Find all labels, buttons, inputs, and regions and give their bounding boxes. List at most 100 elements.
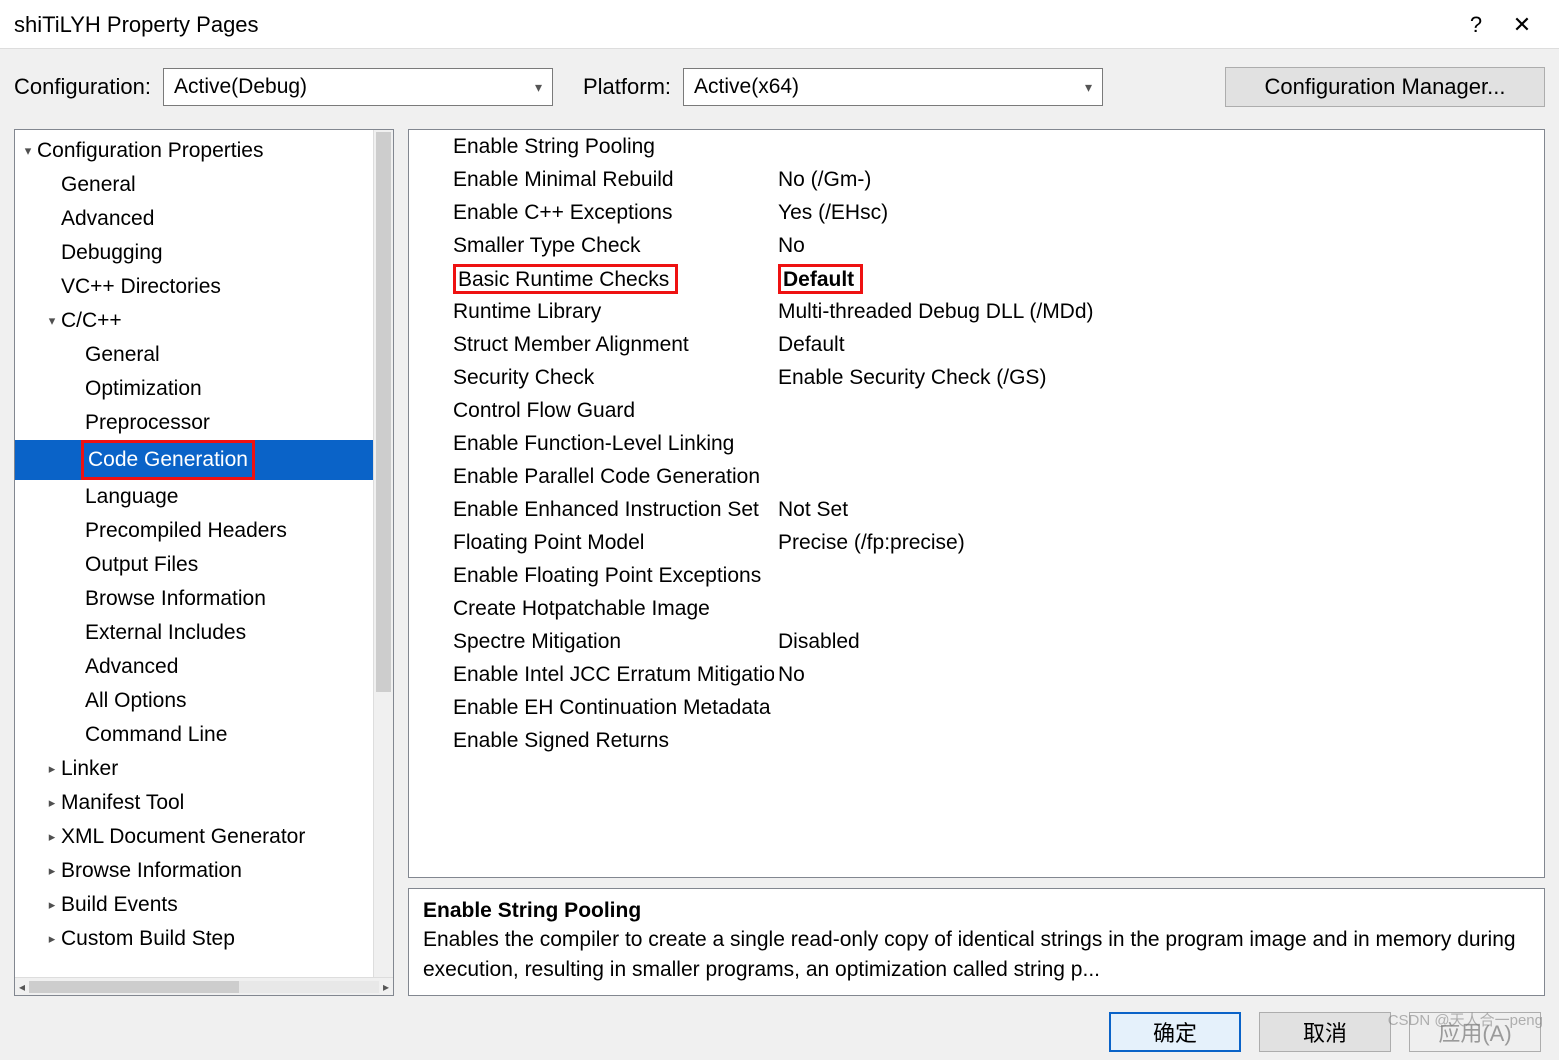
tree-item[interactable]: External Includes <box>15 616 393 650</box>
property-name: Smaller Type Check <box>409 234 774 258</box>
property-value[interactable]: Yes (/EHsc) <box>774 201 1544 225</box>
property-value[interactable]: Default <box>774 264 1544 294</box>
property-value[interactable]: Disabled <box>774 630 1544 654</box>
tree-item-label: Linker <box>61 752 118 786</box>
tree-item[interactable]: Browse Information <box>15 582 393 616</box>
tree-item-label: Code Generation <box>81 440 255 480</box>
expander-icon[interactable]: ▸ <box>43 854 61 888</box>
property-row[interactable]: Enable Minimal RebuildNo (/Gm-) <box>409 163 1544 196</box>
property-value[interactable]: Multi-threaded Debug DLL (/MDd) <box>774 300 1544 324</box>
property-value[interactable]: Enable Security Check (/GS) <box>774 366 1544 390</box>
tree-item[interactable]: Advanced <box>15 202 393 236</box>
property-name: Spectre Mitigation <box>409 630 774 654</box>
tree-item[interactable]: All Options <box>15 684 393 718</box>
property-value[interactable]: No <box>774 663 1544 687</box>
tree-horizontal-scrollbar[interactable]: ◂ ▸ <box>15 977 393 995</box>
property-row[interactable]: Enable Floating Point Exceptions <box>409 559 1544 592</box>
property-row[interactable]: Enable Enhanced Instruction SetNot Set <box>409 493 1544 526</box>
tree-item[interactable]: ▸Linker <box>15 752 393 786</box>
property-row[interactable]: Enable Signed Returns <box>409 724 1544 757</box>
property-name: Enable String Pooling <box>409 135 774 159</box>
property-row[interactable]: Struct Member AlignmentDefault <box>409 328 1544 361</box>
property-grid[interactable]: Enable String Pooling Enable Minimal Rebu… <box>408 129 1545 878</box>
tree-item-label: External Includes <box>85 616 246 650</box>
property-value[interactable]: Default <box>774 333 1544 357</box>
property-value[interactable]: No (/Gm-) <box>774 168 1544 192</box>
property-row[interactable]: Enable C++ ExceptionsYes (/EHsc) <box>409 196 1544 229</box>
ok-button[interactable]: 确定 <box>1109 1012 1241 1052</box>
tree-vertical-scrollbar[interactable] <box>373 130 393 977</box>
apply-button[interactable]: 应用(A) <box>1409 1012 1541 1052</box>
property-row[interactable]: Spectre MitigationDisabled <box>409 625 1544 658</box>
tree-item[interactable]: ▸XML Document Generator <box>15 820 393 854</box>
property-row[interactable]: Enable Function-Level Linking <box>409 427 1544 460</box>
tree-item-label: VC++ Directories <box>61 270 221 304</box>
tree-item-label: Build Events <box>61 888 178 922</box>
tree-item-label: Configuration Properties <box>37 134 263 168</box>
property-row[interactable]: Enable Parallel Code Generation <box>409 460 1544 493</box>
cancel-button[interactable]: 取消 <box>1259 1012 1391 1052</box>
property-row[interactable]: Create Hotpatchable Image <box>409 592 1544 625</box>
expander-icon[interactable]: ▸ <box>43 752 61 786</box>
platform-combo[interactable]: Active(x64) ▾ <box>683 68 1103 106</box>
help-button[interactable]: ? <box>1453 12 1499 38</box>
property-row[interactable]: Control Flow Guard <box>409 394 1544 427</box>
tree-item[interactable]: ▸Build Events <box>15 888 393 922</box>
expander-icon[interactable]: ▸ <box>43 786 61 820</box>
tree-item[interactable]: General <box>15 168 393 202</box>
tree-item[interactable]: VC++ Directories <box>15 270 393 304</box>
tree-item[interactable]: ▸Manifest Tool <box>15 786 393 820</box>
expander-icon[interactable]: ▾ <box>19 134 37 168</box>
configuration-manager-button[interactable]: Configuration Manager... <box>1225 67 1545 107</box>
tree-item[interactable]: Advanced <box>15 650 393 684</box>
scroll-left-icon[interactable]: ◂ <box>19 980 25 994</box>
property-name: Enable Intel JCC Erratum Mitigation <box>409 663 774 687</box>
dialog-footer: 确定 取消 应用(A) <box>0 1002 1559 1060</box>
configuration-value: Active(Debug) <box>174 75 307 99</box>
property-row[interactable]: Floating Point ModelPrecise (/fp:precise… <box>409 526 1544 559</box>
tree-item[interactable]: Optimization <box>15 372 393 406</box>
tree-item-label: Debugging <box>61 236 163 270</box>
expander-icon[interactable]: ▸ <box>43 922 61 956</box>
tree-item[interactable]: Precompiled Headers <box>15 514 393 548</box>
property-tree[interactable]: ▾Configuration PropertiesGeneralAdvanced… <box>15 130 393 977</box>
tree-item[interactable]: General <box>15 338 393 372</box>
property-row[interactable]: Enable Intel JCC Erratum MitigationNo <box>409 658 1544 691</box>
property-value[interactable]: Precise (/fp:precise) <box>774 531 1544 555</box>
description-body: Enables the compiler to create a single … <box>423 925 1530 985</box>
property-row[interactable]: Runtime LibraryMulti-threaded Debug DLL … <box>409 295 1544 328</box>
property-row[interactable]: Smaller Type CheckNo <box>409 229 1544 262</box>
tree-item[interactable]: ▾C/C++ <box>15 304 393 338</box>
tree-item[interactable]: ▾Configuration Properties <box>15 134 393 168</box>
tree-item[interactable]: Code Generation <box>15 440 393 480</box>
property-row[interactable]: Security CheckEnable Security Check (/GS… <box>409 361 1544 394</box>
tree-item[interactable]: ▸Custom Build Step <box>15 922 393 956</box>
tree-item[interactable]: Command Line <box>15 718 393 752</box>
property-value[interactable]: Not Set <box>774 498 1544 522</box>
expander-icon[interactable]: ▸ <box>43 888 61 922</box>
configuration-combo[interactable]: Active(Debug) ▾ <box>163 68 553 106</box>
tree-item-label: Custom Build Step <box>61 922 235 956</box>
property-row[interactable]: Enable EH Continuation Metadata <box>409 691 1544 724</box>
window-title: shiTiLYH Property Pages <box>14 12 1453 38</box>
tree-item-label: Browse Information <box>61 854 242 888</box>
property-row[interactable]: Basic Runtime ChecksDefault <box>409 262 1544 295</box>
close-button[interactable]: ✕ <box>1499 12 1545 38</box>
tree-item[interactable]: Language <box>15 480 393 514</box>
property-value[interactable]: No <box>774 234 1544 258</box>
property-name: Security Check <box>409 366 774 390</box>
expander-icon[interactable]: ▸ <box>43 820 61 854</box>
tree-item[interactable]: Output Files <box>15 548 393 582</box>
property-name: Enable C++ Exceptions <box>409 201 774 225</box>
tree-panel: ▾Configuration PropertiesGeneralAdvanced… <box>14 129 394 996</box>
tree-item-label: Advanced <box>85 650 178 684</box>
tree-item[interactable]: ▸Browse Information <box>15 854 393 888</box>
property-row[interactable]: Enable String Pooling <box>409 130 1544 163</box>
tree-item[interactable]: Debugging <box>15 236 393 270</box>
expander-icon[interactable]: ▾ <box>43 304 61 338</box>
tree-item[interactable]: Preprocessor <box>15 406 393 440</box>
scroll-right-icon[interactable]: ▸ <box>383 980 389 994</box>
property-name: Runtime Library <box>409 300 774 324</box>
tree-item-label: Manifest Tool <box>61 786 184 820</box>
property-name: Struct Member Alignment <box>409 333 774 357</box>
